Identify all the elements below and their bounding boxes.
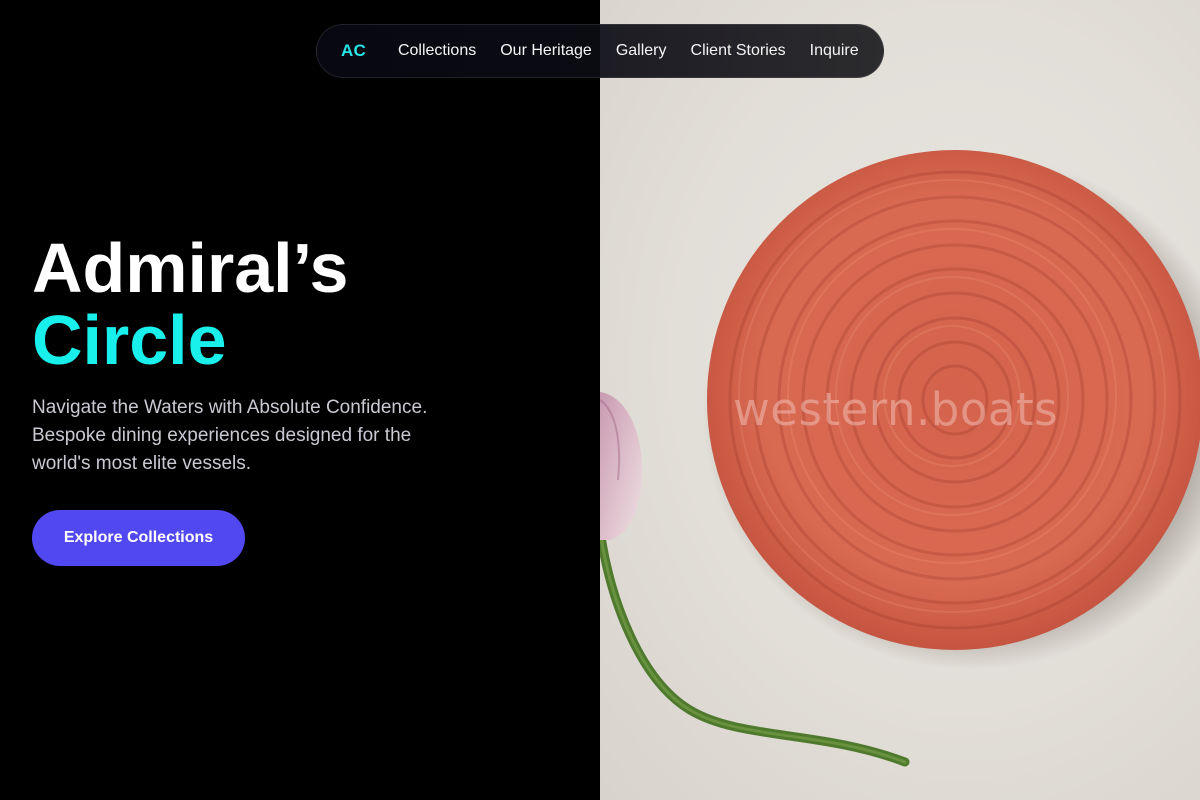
watermark-text: western.boats xyxy=(733,383,1059,436)
nav-link-our-heritage[interactable]: Our Heritage xyxy=(500,42,592,60)
explore-collections-button[interactable]: Explore Collections xyxy=(32,510,245,566)
hero-title: Admiral’s Circle xyxy=(32,232,348,376)
top-navigation: AC Collections Our Heritage Gallery Clie… xyxy=(316,24,884,78)
hero-title-line2: Circle xyxy=(32,301,227,379)
logo[interactable]: AC xyxy=(341,41,366,61)
hero-subtitle: Navigate the Waters with Absolute Confid… xyxy=(32,397,428,474)
nav-link-gallery[interactable]: Gallery xyxy=(616,42,667,60)
hero-title-line1: Admiral’s xyxy=(32,229,349,307)
flower-bud xyxy=(600,392,642,540)
nav-link-client-stories[interactable]: Client Stories xyxy=(691,42,786,60)
nav-link-inquire[interactable]: Inquire xyxy=(810,42,859,60)
hero-panel: Admiral’s Circle Navigate the Waters wit… xyxy=(0,0,600,800)
nav-link-collections[interactable]: Collections xyxy=(398,42,476,60)
